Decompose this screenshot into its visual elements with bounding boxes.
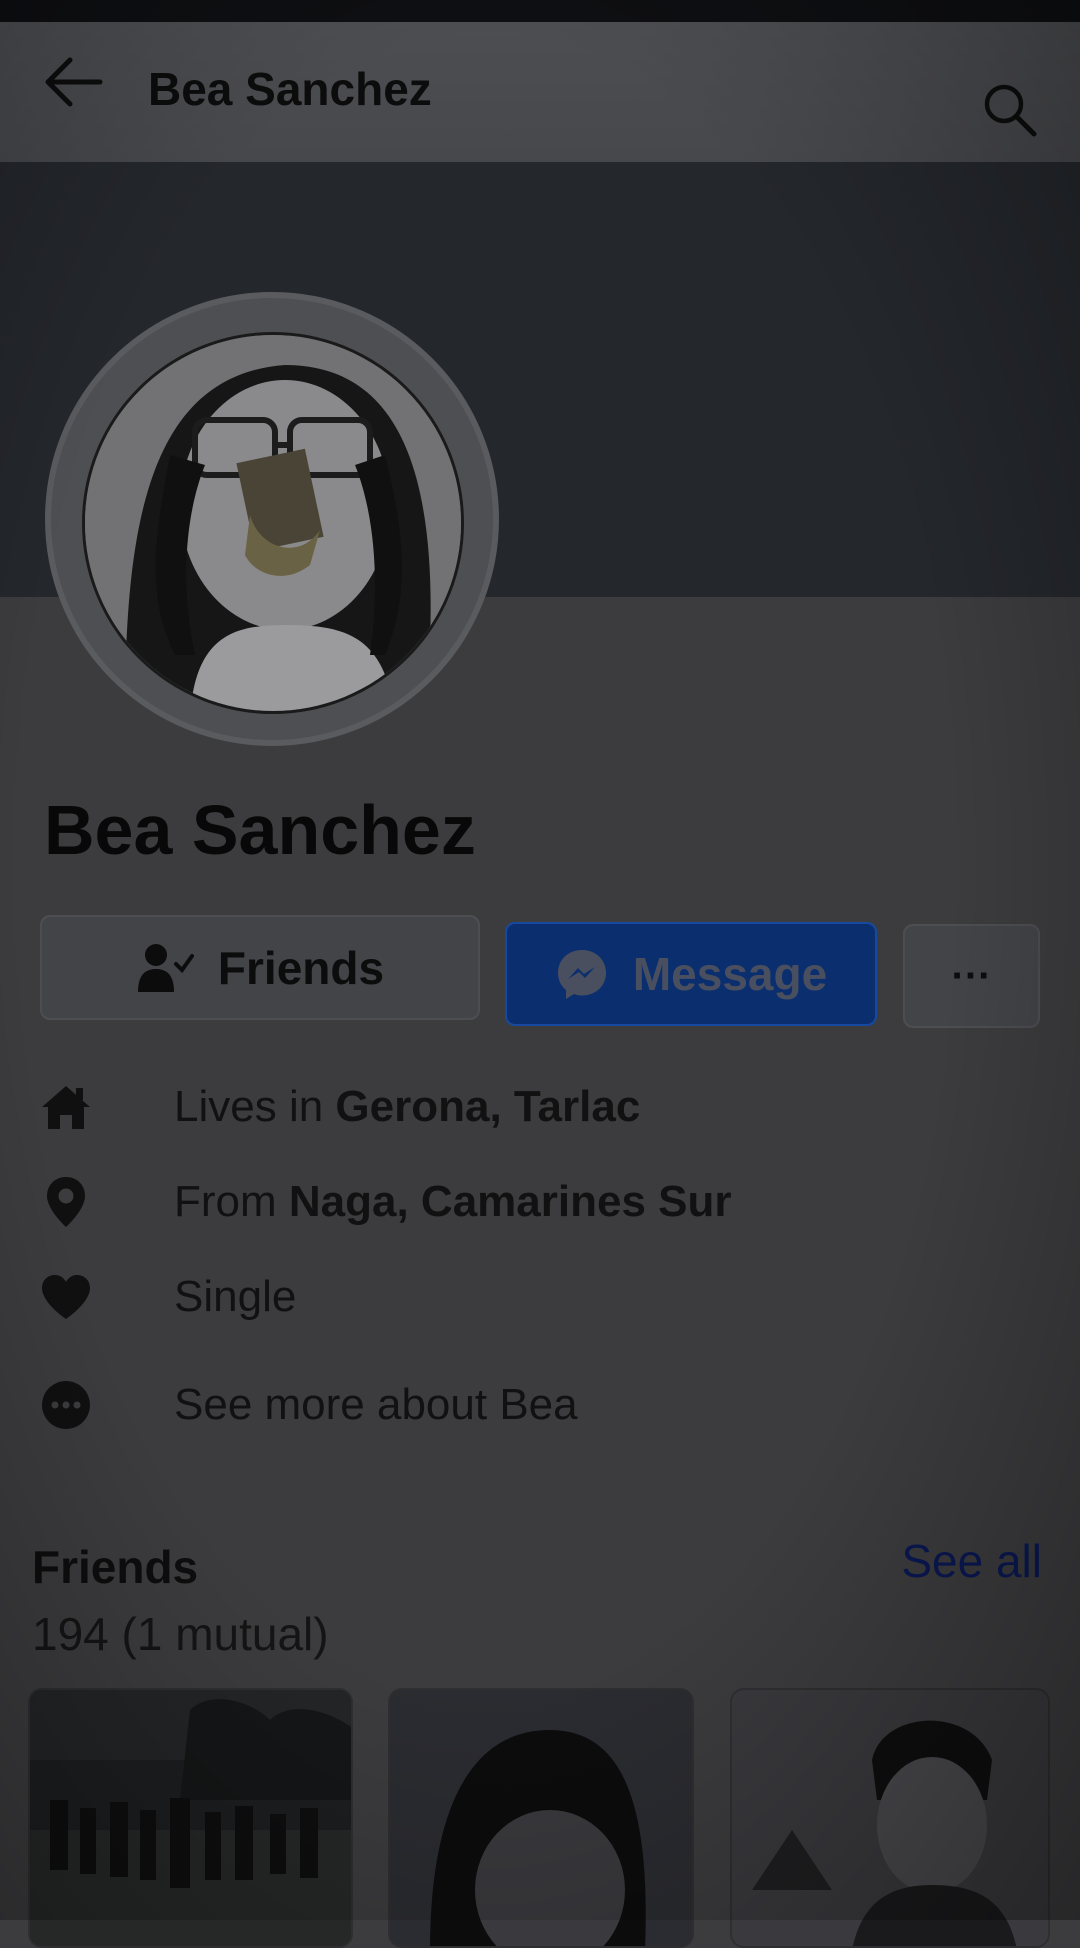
page-title: Bea Sanchez: [148, 63, 432, 115]
friends-check-icon: [137, 943, 194, 992]
messenger-icon: [557, 950, 606, 999]
friends-section-title: Friends: [32, 1541, 199, 1593]
avatar[interactable]: [82, 332, 464, 714]
more-circle-icon: [42, 1381, 90, 1429]
lives-in-value: Gerona, Tarlac: [335, 1082, 641, 1131]
arrow-left-icon: [45, 57, 103, 107]
friends-count: 194 (1 mutual): [32, 1608, 329, 1660]
heart-icon: [42, 1275, 90, 1319]
friends-button[interactable]: Friends: [40, 915, 480, 1020]
see-all-friends-link[interactable]: See all: [901, 1534, 1042, 1588]
from-value: Naga, Camarines Sur: [288, 1177, 732, 1226]
message-button[interactable]: Message: [505, 922, 877, 1026]
status-bar: [0, 0, 1080, 22]
from-prefix: From: [174, 1177, 289, 1226]
info-lives-in: Lives in Gerona, Tarlac: [36, 1072, 640, 1142]
message-button-label: Message: [632, 948, 828, 1000]
more-dots-icon: ···: [951, 953, 992, 998]
location-pin-icon: [47, 1177, 85, 1227]
home-icon: [42, 1086, 90, 1129]
friend-photo-1: [30, 1690, 351, 1946]
lives-in-prefix: Lives in: [174, 1082, 336, 1131]
see-more-about-link[interactable]: See more about Bea: [36, 1370, 578, 1440]
search-button[interactable]: [980, 80, 1040, 140]
friend-photo-3: [732, 1690, 1048, 1946]
search-icon: [984, 84, 1037, 137]
see-more-about-label: See more about Bea: [174, 1380, 578, 1429]
info-relationship: Single: [36, 1262, 296, 1332]
friends-button-label: Friends: [217, 941, 385, 994]
info-from: From Naga, Camarines Sur: [36, 1167, 732, 1237]
more-options-button[interactable]: ···: [903, 924, 1040, 1028]
top-app-bar: Bea Sanchez: [0, 22, 1080, 162]
profile-photo: [85, 335, 461, 711]
friend-thumbnail[interactable]: [388, 1688, 694, 1948]
back-button[interactable]: [40, 52, 110, 112]
friend-thumbnail[interactable]: [28, 1688, 353, 1948]
relationship-status: Single: [174, 1272, 297, 1321]
friend-photo-2: [390, 1690, 692, 1946]
friend-thumbnail[interactable]: [730, 1688, 1050, 1948]
profile-name: Bea Sanchez: [44, 791, 476, 869]
